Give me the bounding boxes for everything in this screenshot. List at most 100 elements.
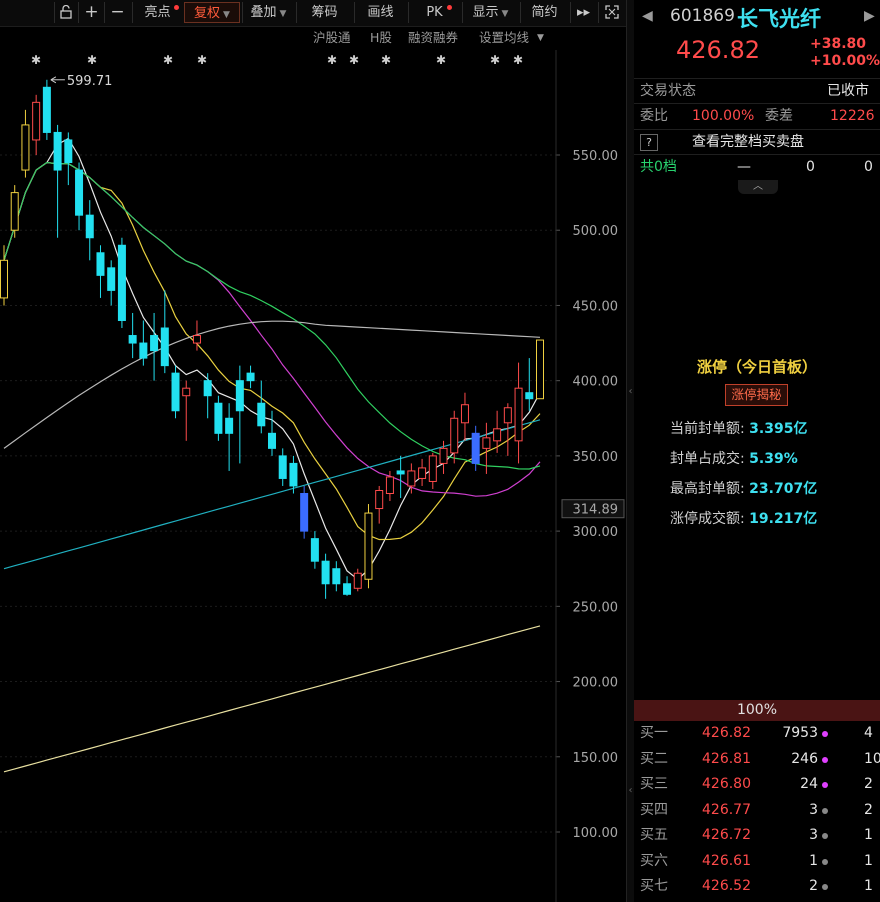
candle-body xyxy=(321,560,330,585)
bid-level-row[interactable]: 买六 426.61 1 1 xyxy=(634,849,880,874)
candle-body xyxy=(268,432,276,449)
stock-app: + − 亮点 复权 ▼ 叠加 ▼ 筹码 画线 PK 显示 ▼ 简约 ▸▸ 沪股通 H股… xyxy=(0,0,880,902)
quote-panel: ◀ 601869 长飞光纤 ▶ 426.82 +38.80 +10.00% 交易… xyxy=(634,0,880,902)
price-change: +38.80 +10.00% xyxy=(810,36,880,70)
candle-body xyxy=(96,252,105,276)
weibi-row: 委比 100.00% 委差 12226 xyxy=(634,103,880,128)
bid-level-volume: 1 xyxy=(809,852,818,869)
candle-body xyxy=(428,455,437,482)
candle-body xyxy=(0,259,8,299)
bid-level-name: 买七 xyxy=(640,878,668,894)
candle-body xyxy=(418,467,427,479)
price-tick-label: 350.00 xyxy=(573,450,619,465)
order-dot-icon xyxy=(822,884,828,890)
candle-body xyxy=(128,335,137,344)
total-value-2: 0 xyxy=(864,159,873,175)
candle-body xyxy=(493,428,502,442)
price-tick-label: 200.00 xyxy=(573,676,619,691)
bid-level-volume: 3 xyxy=(809,827,818,843)
candle-body xyxy=(514,387,523,442)
price-tick-label: 150.00 xyxy=(573,751,619,766)
candle-body xyxy=(235,380,244,412)
max-seal-value: 23.707亿 xyxy=(749,481,818,497)
event-marker-icon: ✱ xyxy=(31,53,41,67)
candle-body xyxy=(192,335,201,344)
candle-body xyxy=(407,470,416,487)
collapse-left-icon[interactable]: ‹ xyxy=(628,782,633,800)
bid-level-volume: 7953 xyxy=(782,725,818,741)
price-tick-label: 450.00 xyxy=(573,299,619,314)
candle-body xyxy=(450,417,459,454)
full-book-row[interactable]: ? 查看完整档买卖盘 xyxy=(634,129,880,154)
bid-level-orders: 1 xyxy=(864,852,873,869)
candle-body xyxy=(364,512,373,580)
last-price: 426.82 xyxy=(676,36,760,64)
price-tick-label: 314.89 xyxy=(573,503,619,518)
candle-body xyxy=(471,432,480,464)
candle-body xyxy=(203,380,212,397)
candle-body xyxy=(278,455,287,479)
candle-body xyxy=(10,192,19,231)
candle-body xyxy=(257,402,266,427)
price-tick-label: 550.00 xyxy=(573,149,619,164)
candle-body xyxy=(150,335,159,352)
seal-ratio-label: 封单占成交: xyxy=(670,451,745,467)
bid-level-row[interactable]: 买四 426.77 3 2 xyxy=(634,798,880,823)
bid-level-price: 426.82 xyxy=(702,725,751,741)
help-icon[interactable]: ? xyxy=(640,134,658,151)
collapse-up-icon[interactable]: ︿ xyxy=(738,180,778,194)
event-marker-icon: ✱ xyxy=(163,53,173,67)
bid-level-orders: 4 xyxy=(864,725,873,741)
bid-level-price: 426.81 xyxy=(702,750,751,767)
candle-body xyxy=(385,476,394,494)
change-amount: +38.80 xyxy=(810,36,867,52)
bid-level-orders: 10 xyxy=(864,750,880,767)
order-dot-icon xyxy=(822,807,828,814)
collapse-left-icon[interactable]: ‹ xyxy=(628,383,633,401)
candle-body xyxy=(396,470,405,475)
full-book-link[interactable]: 查看完整档买卖盘 xyxy=(692,130,804,154)
bid-level-volume: 24 xyxy=(800,776,818,792)
bid-level-volume: 2 xyxy=(809,878,818,894)
candle-body xyxy=(300,493,309,532)
bid-level-orders: 2 xyxy=(864,776,873,792)
bid-level-row[interactable]: 买五 426.72 3 1 xyxy=(634,823,880,848)
candle-body xyxy=(289,462,298,487)
candle-body xyxy=(536,339,544,400)
limit-up-reveal-button[interactable]: 涨停揭秘 xyxy=(725,384,788,406)
bid-level-row[interactable]: 买一 426.82 7953 4 xyxy=(634,721,880,746)
kline-chart-area[interactable]: + − 亮点 复权 ▼ 叠加 ▼ 筹码 画线 PK 显示 ▼ 简约 ▸▸ 沪股通 H股… xyxy=(0,0,629,902)
total-value-1: 0 xyxy=(806,159,815,175)
seal-amount-label: 当前封单额: xyxy=(670,421,745,437)
next-stock-icon[interactable]: ▶ xyxy=(864,8,875,24)
candle-body xyxy=(439,447,448,464)
limit-turnover-label: 涨停成交额: xyxy=(670,511,745,527)
bid-level-row[interactable]: 买三 426.80 24 2 xyxy=(634,772,880,797)
bid-level-price: 426.72 xyxy=(702,827,751,843)
bid-level-price: 426.80 xyxy=(702,776,751,792)
order-dot-icon xyxy=(822,833,828,839)
bid-level-row[interactable]: 买二 426.81 246 10 xyxy=(634,747,880,772)
bid-level-name: 买三 xyxy=(640,776,668,792)
candle-body xyxy=(42,86,51,133)
price-tick-label: 500.00 xyxy=(573,224,619,239)
order-dot-icon xyxy=(822,756,828,763)
bid-level-row[interactable]: 买七 426.52 2 1 xyxy=(634,874,880,899)
order-dot-icon xyxy=(822,782,828,788)
candle-body xyxy=(107,267,116,291)
candle-body xyxy=(53,131,62,171)
price-tick-label: 300.00 xyxy=(573,525,619,540)
bid-ratio-bar: 100% xyxy=(634,700,880,721)
bid-level-orders: 1 xyxy=(864,827,873,843)
candle-body xyxy=(353,572,362,589)
prev-stock-icon[interactable]: ◀ xyxy=(642,8,653,24)
bid-level-name: 买二 xyxy=(640,750,668,767)
event-marker-icon: ✱ xyxy=(349,53,359,67)
ma10-line xyxy=(3,161,541,541)
event-marker-icon: ✱ xyxy=(381,53,391,67)
bid-level-name: 买四 xyxy=(640,801,668,818)
total-dash: — xyxy=(737,159,751,175)
kline-svg: ✱ ✱ ✱ ✱ ✱ ✱ ✱ ✱ ✱ ✱ 599.71 550.00 500.00 450.00 400.0… xyxy=(0,50,625,902)
limit-up-title: 涨停（今日首板） xyxy=(696,358,817,376)
total-levels-row: 共0档 — 0 0 xyxy=(634,154,880,179)
